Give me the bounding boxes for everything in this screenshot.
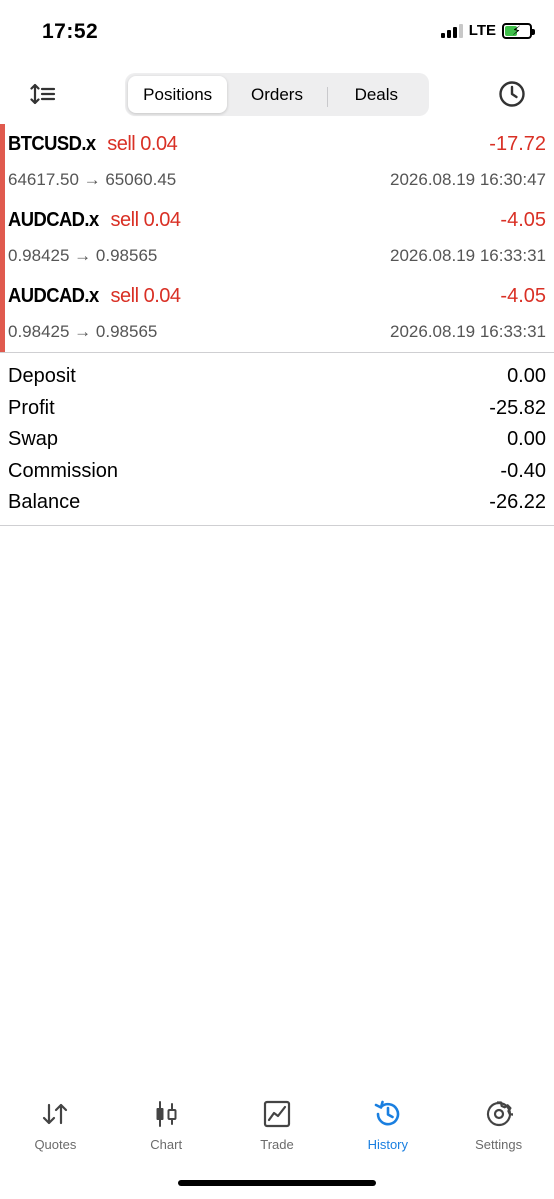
deal-prices: 0.98425 → 0.98565 — [8, 322, 158, 341]
deal-time: 2026.08.19 16:30:47 — [390, 170, 546, 189]
tab-bar: Quotes Chart Trade History Settings — [0, 1088, 554, 1168]
tab-label: Settings — [475, 1137, 523, 1152]
deal-profit: -17.72 — [489, 133, 546, 155]
candlestick-icon — [150, 1098, 182, 1130]
history-period-button[interactable] — [496, 78, 528, 110]
deal-prices: 64617.50 → 65060.45 — [8, 170, 177, 189]
home-indicator — [178, 1180, 376, 1186]
summary-label: Commission — [8, 459, 119, 482]
deal-symbol: AUDCAD.x — [8, 209, 99, 231]
tab-label: Quotes — [34, 1137, 77, 1152]
tab-positions[interactable]: Positions — [128, 76, 228, 113]
clock-icon — [499, 81, 525, 107]
deal-side: sell 0.04 — [107, 133, 178, 155]
status-bar: 17:52 LTE ⚡ — [0, 0, 554, 62]
battery-icon: ⚡ — [502, 22, 535, 39]
deal-side: sell 0.04 — [110, 285, 182, 307]
summary-value: -0.40 — [500, 459, 546, 482]
summary-row-commission: Commission -0.40 — [0, 456, 554, 488]
list-item[interactable]: AUDCAD.x sell 0.04 -4.05 0.98425 → 0.9856… — [0, 276, 554, 352]
status-time: 17:52 — [42, 20, 99, 43]
deal-symbol: BTCUSD.x — [8, 133, 96, 155]
deal-symbol: AUDCAD.x — [8, 285, 99, 307]
summary-section: Deposit 0.00 Profit -25.82 Swap 0.00 Com… — [0, 352, 554, 526]
trade-chart-icon — [261, 1098, 293, 1130]
deal-side: sell 0.04 — [110, 209, 182, 231]
history-icon — [372, 1098, 404, 1130]
tab-history[interactable]: History — [332, 1088, 443, 1168]
tab-settings[interactable]: Settings — [443, 1088, 554, 1168]
summary-label: Profit — [8, 396, 55, 419]
tab-label: History — [367, 1137, 409, 1152]
status-indicators: LTE ⚡ — [440, 22, 535, 39]
summary-value: 0.00 — [507, 365, 546, 388]
list-item[interactable]: BTCUSD.x sell 0.04 -17.72 64617.50 → 6506… — [0, 124, 554, 200]
quotes-icon — [39, 1098, 71, 1130]
tab-chart[interactable]: Chart — [111, 1088, 222, 1168]
tab-trade[interactable]: Trade — [222, 1088, 333, 1168]
sort-button[interactable] — [26, 78, 60, 110]
tab-label: Trade — [260, 1137, 294, 1152]
summary-value: -26.22 — [489, 491, 546, 514]
deals-list: BTCUSD.x sell 0.04 -17.72 64617.50 → 6506… — [0, 124, 554, 352]
summary-value: 0.00 — [507, 428, 546, 451]
summary-row-profit: Profit -25.82 — [0, 393, 554, 425]
tab-quotes[interactable]: Quotes — [0, 1088, 111, 1168]
segmented-control: Positions Orders Deals — [125, 73, 429, 116]
gear-icon — [483, 1098, 515, 1130]
list-item[interactable]: AUDCAD.x sell 0.04 -4.05 0.98425 → 0.9856… — [0, 200, 554, 276]
summary-row-deposit: Deposit 0.00 — [0, 361, 554, 393]
network-label: LTE — [468, 22, 496, 39]
summary-value: -25.82 — [489, 396, 546, 419]
tab-label: Chart — [150, 1137, 183, 1152]
deal-profit: -4.05 — [500, 209, 546, 231]
divider — [0, 524, 554, 526]
deal-profit: -4.05 — [500, 285, 546, 307]
toolbar: Positions Orders Deals — [0, 70, 554, 120]
tab-deals[interactable]: Deals — [326, 76, 426, 113]
sort-icon — [30, 83, 56, 105]
tab-orders[interactable]: Orders — [227, 76, 326, 113]
deal-prices: 0.98425 → 0.98565 — [8, 246, 158, 265]
summary-label: Deposit — [8, 365, 76, 388]
summary-row-swap: Swap 0.00 — [0, 424, 554, 456]
summary-label: Swap — [8, 428, 59, 451]
signal-icon — [440, 23, 463, 38]
charging-bolt-icon: ⚡ — [512, 22, 522, 38]
summary-row-balance: Balance -26.22 — [0, 487, 554, 519]
summary-label: Balance — [8, 491, 81, 514]
deal-time: 2026.08.19 16:33:31 — [390, 322, 546, 341]
deal-time: 2026.08.19 16:33:31 — [390, 246, 546, 265]
